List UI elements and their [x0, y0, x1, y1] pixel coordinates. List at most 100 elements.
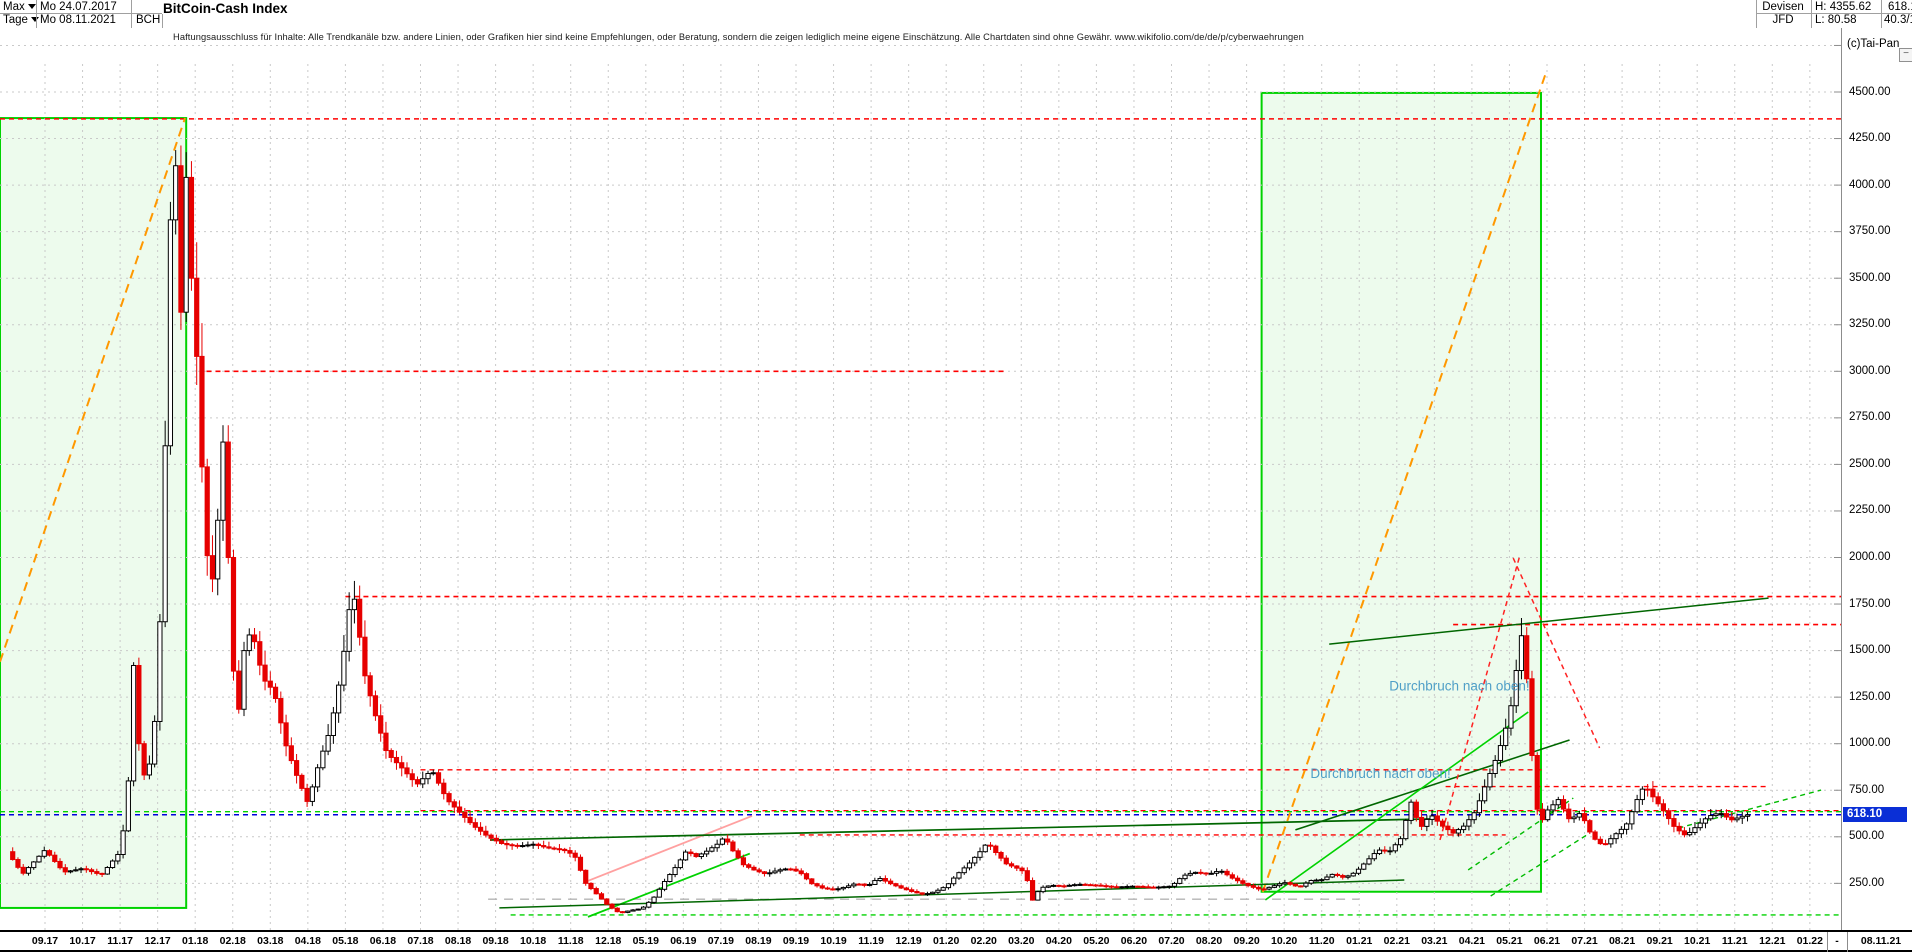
- candle-body: [710, 848, 714, 851]
- candle-body: [200, 356, 204, 466]
- candle-body: [636, 909, 640, 910]
- y-axis-label: 4500.00: [1849, 86, 1891, 98]
- candle-body: [620, 912, 624, 913]
- candle-body: [1451, 830, 1455, 833]
- x-axis-label: 01.22: [1797, 935, 1823, 947]
- candle-body: [431, 773, 435, 774]
- candle-body: [1136, 886, 1140, 887]
- candle-body: [1283, 883, 1287, 884]
- candle-body: [1051, 885, 1055, 886]
- trend-line[interactable]: [585, 816, 752, 882]
- candle-body: [1088, 885, 1092, 886]
- candle-body: [321, 751, 325, 768]
- candle-body: [1693, 828, 1697, 833]
- candle-body: [1551, 805, 1555, 810]
- candle-body: [946, 884, 950, 888]
- y-axis-label: 4250.00: [1849, 132, 1891, 144]
- candle-body: [1193, 872, 1197, 873]
- candle-body: [1630, 812, 1634, 824]
- candle-body: [747, 865, 751, 868]
- candle-body: [1188, 873, 1192, 875]
- x-axis: - 08.11.21 09.1710.1711.1712.1701.1802.1…: [0, 930, 1912, 952]
- candle-body: [1204, 873, 1208, 874]
- candle-body: [1146, 887, 1150, 888]
- candle-body: [557, 849, 561, 850]
- candle-body: [920, 893, 924, 894]
- candle-body: [294, 761, 298, 776]
- candle-body: [400, 763, 404, 768]
- chart-area[interactable]: Durchbruch nach oben!Durchbruch nach obe…: [0, 28, 1912, 930]
- candle-body: [415, 780, 419, 784]
- x-axis-label: 02.20: [971, 935, 997, 947]
- candle-body: [500, 841, 504, 844]
- candle-body: [510, 845, 514, 846]
- x-axis-label: 09.20: [1233, 935, 1259, 947]
- candle-body: [389, 751, 393, 758]
- candle-body: [1230, 875, 1234, 878]
- y-axis-label: 750.00: [1849, 784, 1884, 796]
- candle-body: [815, 884, 819, 886]
- candle-body: [179, 166, 183, 312]
- x-axis-label: 12.21: [1759, 935, 1785, 947]
- candle-body: [153, 721, 157, 764]
- candle-body: [1619, 829, 1623, 833]
- candle-body: [1293, 884, 1297, 886]
- y-axis-label: 250.00: [1849, 877, 1884, 889]
- candle-body: [889, 881, 893, 884]
- candle-body: [1493, 760, 1497, 773]
- candle-body: [1125, 886, 1129, 887]
- candle-body: [1167, 886, 1171, 887]
- x-axis-label: 03.21: [1421, 935, 1447, 947]
- last-bar-date-label: 08.11.21: [1861, 935, 1901, 947]
- candle-body: [384, 733, 388, 750]
- period-dropdown-label: Tage: [3, 14, 28, 26]
- candle-body: [1377, 850, 1381, 853]
- candle-body: [1435, 816, 1439, 821]
- candle-body: [484, 831, 488, 835]
- candle-body: [205, 467, 209, 556]
- candle-body: [1740, 816, 1744, 818]
- candle-body: [584, 870, 588, 883]
- candle-body: [862, 884, 866, 885]
- candle-body: [1504, 728, 1508, 745]
- minimize-icon[interactable]: −: [1899, 48, 1912, 62]
- x-axis-label: 10.21: [1684, 935, 1710, 947]
- y-axis-label: 1250.00: [1849, 691, 1891, 703]
- divider: [36, 0, 37, 28]
- candle-body: [694, 854, 698, 857]
- range-stats-label: 40.3/177.4: [1884, 14, 1912, 27]
- candle-body: [1351, 873, 1355, 876]
- candle-body: [1540, 809, 1544, 819]
- candle-body: [1015, 866, 1019, 868]
- chevron-down-icon: [28, 4, 36, 9]
- candlestick-chart-canvas[interactable]: Durchbruch nach oben!Durchbruch nach obe…: [0, 28, 1841, 930]
- x-axis-label: 12.19: [896, 935, 922, 947]
- last-price-tag: 618.10: [1843, 807, 1907, 822]
- candle-body: [1362, 864, 1366, 869]
- candle-body: [405, 768, 409, 774]
- candle-body: [1456, 830, 1460, 833]
- divider: [0, 13, 162, 14]
- candle-body: [1714, 814, 1718, 816]
- candle-body: [1467, 820, 1471, 826]
- candle-body: [1162, 887, 1166, 888]
- period-dropdown[interactable]: Tage: [3, 14, 39, 27]
- candle-body: [547, 847, 551, 848]
- x-axis-label: 06.21: [1534, 935, 1560, 947]
- candle-body: [589, 883, 593, 888]
- candle-body: [552, 848, 556, 849]
- x-axis-label: 12.18: [595, 935, 621, 947]
- candle-body: [1178, 879, 1182, 884]
- x-axis-label: 07.18: [407, 935, 433, 947]
- symbol-label: BCH: [136, 14, 160, 27]
- candle-body: [47, 851, 51, 856]
- candle-body: [1078, 884, 1082, 885]
- candle-body: [468, 817, 472, 822]
- candle-body: [542, 846, 546, 847]
- candle-body: [379, 716, 383, 733]
- x-axis-label: 10.19: [820, 935, 846, 947]
- candle-body: [647, 902, 651, 907]
- candle-body: [1535, 755, 1539, 809]
- candle-body: [1498, 746, 1502, 761]
- candle-body: [168, 220, 172, 446]
